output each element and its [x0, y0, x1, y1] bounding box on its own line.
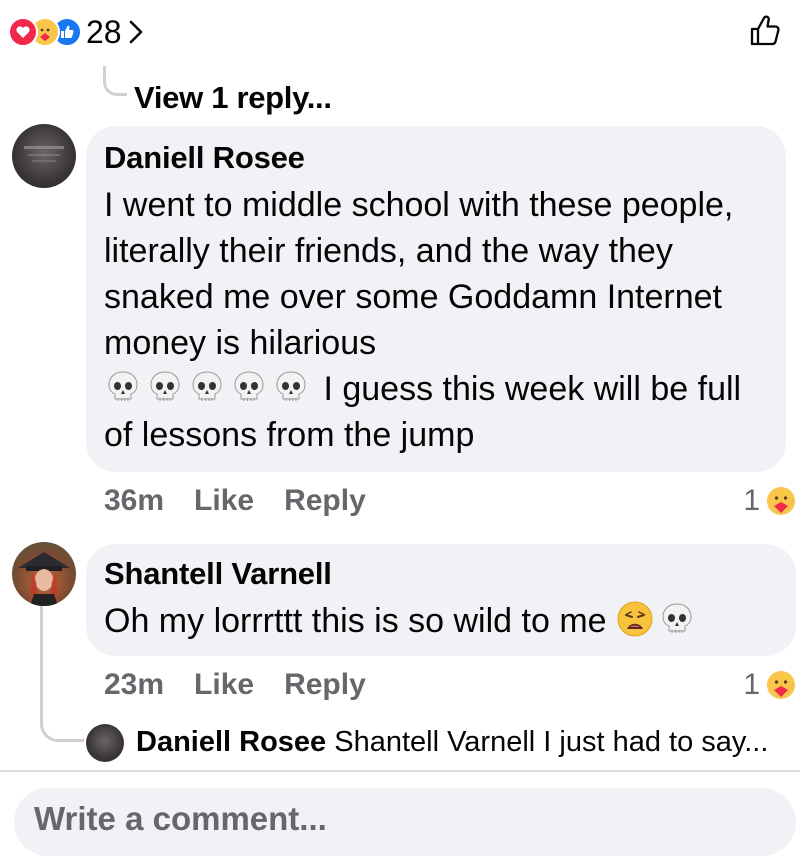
reply-connector-line	[40, 606, 84, 742]
reaction-summary[interactable]: 28	[8, 14, 144, 50]
nested-reply-preview[interactable]: Daniell Rosee Shantell Varnell I just ha…	[136, 726, 768, 759]
view-replies-link[interactable]: View 1 reply...	[134, 80, 332, 116]
comment-text: Oh my lorrrttt this is so wild to me	[104, 598, 784, 644]
comment-reaction-summary[interactable]: 1	[743, 668, 796, 702]
comment-author[interactable]: Shantell Varnell	[104, 556, 332, 592]
comment-timestamp[interactable]: 36m	[104, 484, 164, 518]
chevron-right-icon	[129, 20, 142, 44]
weary-face-emoji	[616, 600, 654, 638]
avatar[interactable]	[86, 724, 124, 762]
skull-emoji	[272, 368, 310, 406]
comment-text-part: I went to middle school with these peopl…	[104, 186, 734, 362]
skull-emoji	[658, 600, 696, 638]
comment-reaction-summary[interactable]: 1	[743, 484, 796, 518]
comment-reaction-count: 1	[743, 484, 760, 517]
love-icon	[8, 17, 38, 47]
comment-text: I went to middle school with these peopl…	[104, 182, 774, 458]
skull-emoji	[230, 368, 268, 406]
reply-comment-button[interactable]: Reply	[284, 484, 366, 518]
comment-reaction-count: 1	[743, 668, 760, 701]
avatar[interactable]	[12, 124, 76, 188]
reply-comment-button[interactable]: Reply	[284, 668, 366, 702]
comment-author[interactable]: Daniell Rosee	[104, 140, 305, 176]
like-comment-button[interactable]: Like	[194, 484, 254, 518]
skull-emoji	[188, 368, 226, 406]
comment-actions: 23m Like Reply	[104, 668, 366, 702]
skull-emoji	[146, 368, 184, 406]
avatar[interactable]	[12, 542, 76, 606]
care-icon	[767, 487, 795, 515]
skull-emoji	[104, 368, 142, 406]
reaction-summary-bar: 28	[0, 0, 800, 64]
reply-author: Daniell Rosee	[136, 726, 327, 758]
care-icon	[767, 671, 795, 699]
comment-actions: 36m Like Reply	[104, 484, 366, 518]
thumbs-up-icon	[750, 15, 780, 46]
comment-text-part: Oh my lorrrttt this is so wild to me	[104, 602, 607, 640]
divider	[0, 770, 800, 772]
reply-preview-text: Shantell Varnell I just had to say...	[334, 726, 769, 758]
like-button[interactable]	[748, 14, 782, 53]
reply-connector-line	[103, 66, 127, 96]
comment-timestamp[interactable]: 23m	[104, 668, 164, 702]
like-comment-button[interactable]: Like	[194, 668, 254, 702]
reaction-count: 28	[86, 13, 122, 50]
comment-input-placeholder: Write a comment...	[34, 800, 327, 837]
